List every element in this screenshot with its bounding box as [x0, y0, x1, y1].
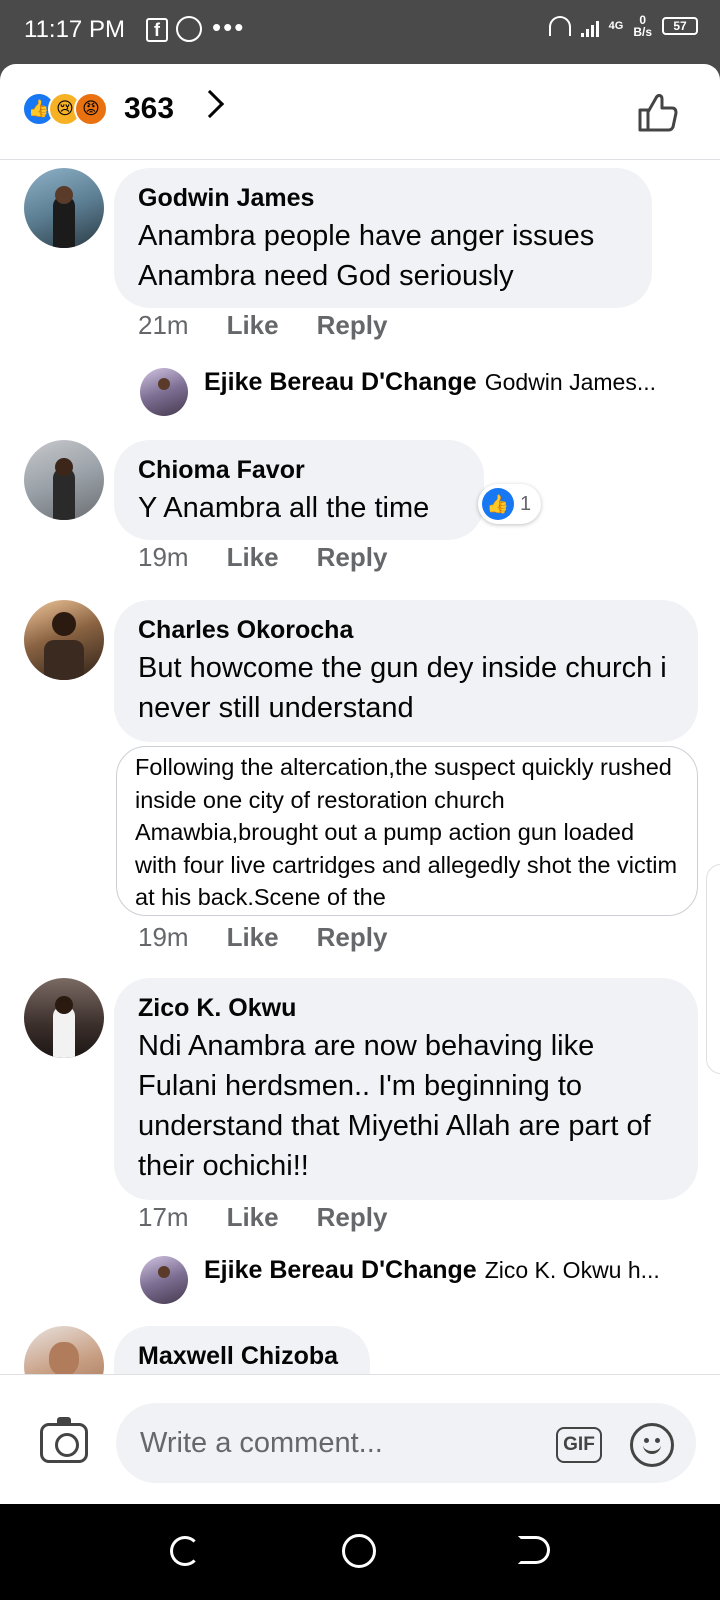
comment-text: But howcome the gun dey inside church i …	[138, 652, 667, 724]
reply-snippet: Zico K. Okwu h...	[484, 1257, 660, 1283]
comment-bubble[interactable]: Chioma Favor Y Anambra all the time	[114, 440, 484, 540]
status-bar: 11:17 PM f ••• 4G 0 B/s 57	[0, 0, 720, 64]
comment-actions: 21m Like Reply	[138, 310, 387, 341]
comment-reaction-badge[interactable]: 👍 1	[478, 484, 542, 524]
camera-icon[interactable]	[40, 1417, 88, 1463]
comment-bubble[interactable]: Zico K. Okwu Ndi Anambra are now behavin…	[114, 978, 698, 1200]
comment-text: Y Anambra all the time	[138, 492, 430, 524]
comment-bubble[interactable]: Maxwell Chizoba	[114, 1326, 370, 1376]
emoji-icon[interactable]	[630, 1423, 674, 1467]
avatar[interactable]	[24, 440, 104, 520]
comment-time: 19m	[138, 922, 189, 952]
reply-button[interactable]: Reply	[317, 310, 388, 341]
network-type: 4G	[608, 20, 624, 32]
home-icon[interactable]	[342, 1534, 376, 1568]
reply-author[interactable]: Ejike Bereau D'Change	[204, 368, 477, 397]
network-speed-unit: B/s	[633, 25, 652, 39]
network-speed: 0 B/s	[633, 14, 652, 38]
comment-text: Anambra people have anger issues Anambra…	[138, 220, 595, 292]
whatsapp-icon	[176, 16, 202, 42]
comment-text: Ndi Anambra are now behaving like Fulani…	[138, 1030, 651, 1182]
comment-actions: 19m Like Reply	[138, 542, 387, 573]
angry-reaction-icon: 😡	[74, 92, 108, 126]
avatar[interactable]	[24, 978, 104, 1058]
system-navigation-bar	[0, 1504, 720, 1600]
comments-sheet: 👍 😢 😡 363 Godwin James Anambra people ha…	[0, 64, 720, 1504]
recent-apps-icon[interactable]	[170, 1536, 200, 1566]
reply-button[interactable]: Reply	[317, 542, 388, 573]
avatar[interactable]	[24, 168, 104, 248]
comment-bubble[interactable]: Godwin James Anambra people have anger i…	[114, 168, 652, 308]
battery-icon: 57	[662, 17, 698, 35]
facebook-icon: f	[146, 18, 168, 42]
comment-reaction-count: 1	[520, 492, 532, 515]
thumbs-up-icon[interactable]	[636, 90, 680, 134]
signal-icon	[580, 15, 599, 37]
reply-preview[interactable]: Ejike Bereau D'Change Zico K. Okwu h...	[140, 1256, 675, 1304]
comment-author[interactable]: Godwin James	[138, 184, 628, 216]
attachment-text: Following the altercation,the suspect qu…	[135, 754, 678, 910]
avatar[interactable]	[24, 600, 104, 680]
status-time: 11:17 PM	[24, 16, 125, 43]
comment-author[interactable]: Zico K. Okwu	[138, 994, 674, 1026]
comment-input[interactable]: Write a comment...	[116, 1403, 696, 1483]
comment-attachment-card[interactable]: Following the altercation,the suspect qu…	[116, 746, 698, 916]
back-icon[interactable]	[518, 1536, 550, 1564]
reply-author[interactable]: Ejike Bereau D'Change	[204, 1256, 477, 1285]
comment-actions: 19m Like Reply	[138, 922, 387, 953]
avatar[interactable]	[24, 1326, 104, 1376]
like-button[interactable]: Like	[227, 1202, 279, 1233]
reply-preview[interactable]: Ejike Bereau D'Change Godwin James...	[140, 368, 675, 416]
reply-button[interactable]: Reply	[317, 1202, 388, 1233]
comment-time: 19m	[138, 542, 189, 572]
like-reaction-icon: 👍	[482, 488, 514, 520]
comment-actions: 17m Like Reply	[138, 1202, 387, 1233]
comment-author[interactable]: Maxwell Chizoba	[138, 1342, 346, 1374]
comment-author[interactable]: Charles Okorocha	[138, 616, 674, 648]
like-button[interactable]: Like	[227, 310, 279, 341]
avatar[interactable]	[140, 368, 188, 416]
comment-bubble[interactable]: Charles Okorocha But howcome the gun dey…	[114, 600, 698, 742]
reply-button[interactable]: Reply	[317, 922, 388, 953]
headphone-icon	[548, 16, 571, 36]
avatar[interactable]	[140, 1256, 188, 1304]
reaction-count[interactable]: 363	[124, 92, 174, 126]
reply-snippet: Godwin James...	[484, 369, 657, 395]
comment-composer: Write a comment... GIF	[0, 1374, 720, 1504]
reactions-header: 👍 😢 😡 363	[0, 64, 720, 160]
comment-list[interactable]: Godwin James Anambra people have anger i…	[0, 160, 720, 1376]
more-notifications-icon: •••	[212, 12, 246, 42]
comment-time: 21m	[138, 310, 189, 340]
reactions-summary[interactable]: 👍 😢 😡	[22, 92, 108, 126]
like-button[interactable]: Like	[227, 542, 279, 573]
gif-button[interactable]: GIF	[556, 1427, 602, 1463]
like-button[interactable]: Like	[227, 922, 279, 953]
status-indicators: 4G 0 B/s 57	[548, 14, 698, 38]
comment-author[interactable]: Chioma Favor	[138, 456, 460, 488]
side-panel-handle[interactable]	[706, 864, 720, 1074]
comment-time: 17m	[138, 1202, 189, 1232]
chevron-right-icon[interactable]	[195, 89, 225, 119]
